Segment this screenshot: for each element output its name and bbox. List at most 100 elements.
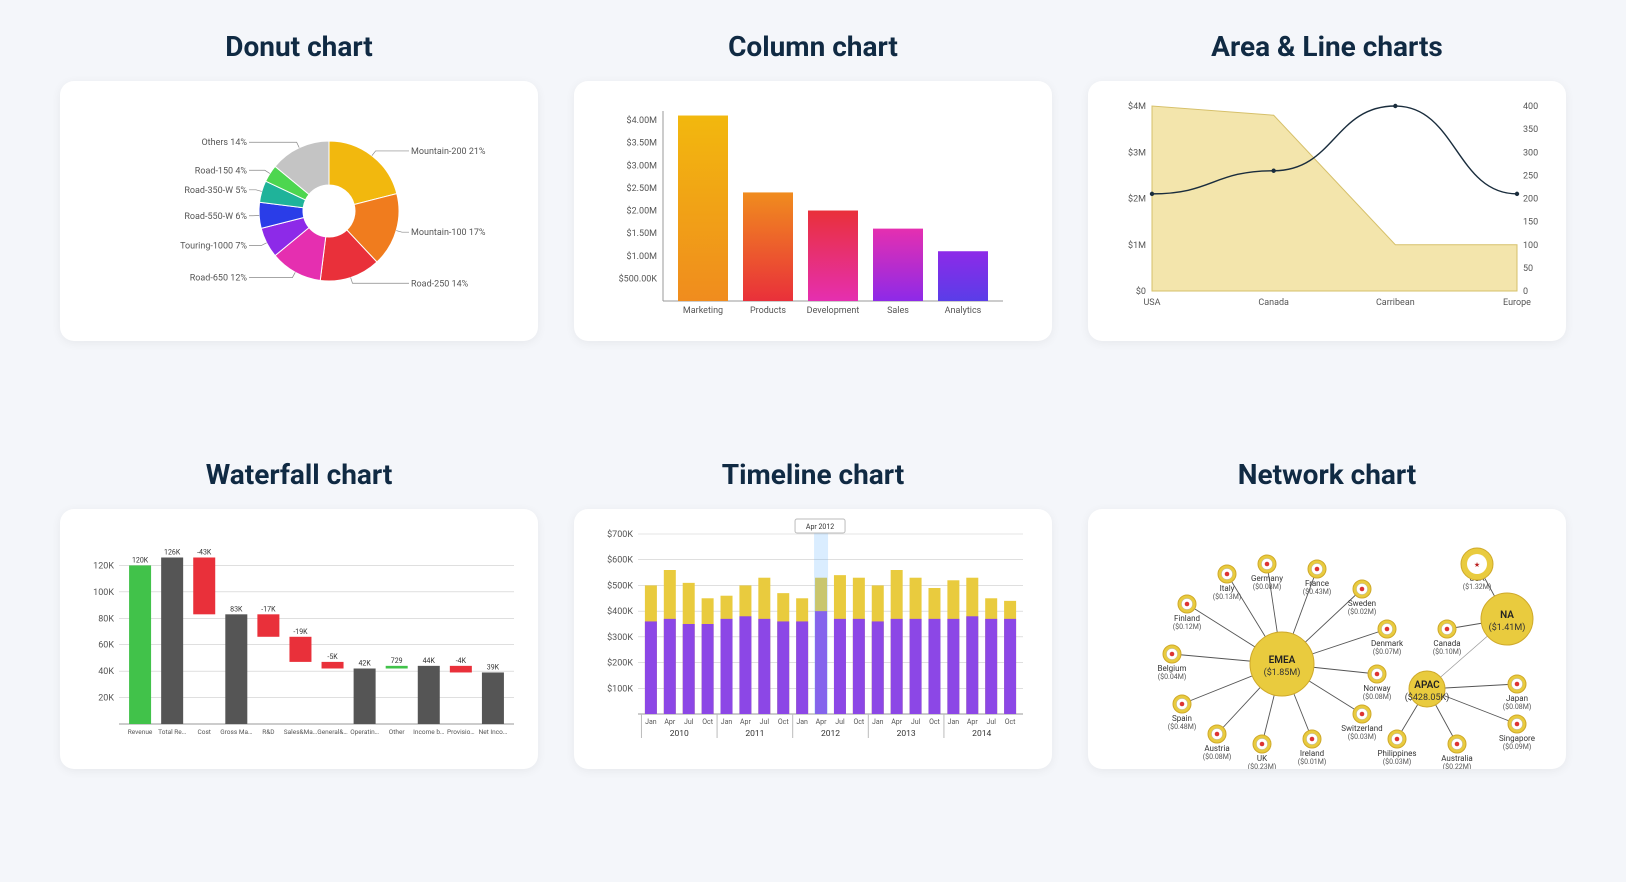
svg-text:($0.08M): ($0.08M) xyxy=(1503,703,1532,711)
svg-text:400: 400 xyxy=(1523,102,1538,112)
svg-text:40K: 40K xyxy=(98,667,114,677)
svg-text:2014: 2014 xyxy=(972,729,991,739)
svg-text:($0.13M): ($0.13M) xyxy=(1213,593,1242,601)
svg-text:R&D: R&D xyxy=(262,728,274,736)
svg-text:Europe: Europe xyxy=(1503,298,1531,308)
column-svg: $500.00K$1.00M$1.50M$2.00M$2.50M$3.00M$3… xyxy=(574,81,1052,341)
svg-text:Austria: Austria xyxy=(1204,744,1229,753)
svg-text:Italy: Italy xyxy=(1220,584,1235,593)
svg-text:Apr: Apr xyxy=(967,718,978,726)
svg-text:($0.03M): ($0.03M) xyxy=(1383,758,1412,766)
svg-text:120K: 120K xyxy=(93,561,114,571)
svg-text:Touring-1000 7%: Touring-1000 7% xyxy=(180,242,247,252)
svg-text:Road-650 12%: Road-650 12% xyxy=(190,274,248,284)
svg-text:39K: 39K xyxy=(487,663,500,671)
svg-text:250: 250 xyxy=(1523,171,1538,181)
column-cell: Column chart $500.00K$1.00M$1.50M$2.00M$… xyxy=(574,20,1052,424)
svg-text:Analytics: Analytics xyxy=(945,306,982,316)
svg-text:Sales: Sales xyxy=(887,306,909,316)
svg-text:Jan: Jan xyxy=(645,718,657,726)
svg-text:83K: 83K xyxy=(230,605,243,613)
svg-text:$3M: $3M xyxy=(1128,147,1146,158)
svg-text:Jul: Jul xyxy=(911,718,921,726)
svg-text:$200K: $200K xyxy=(607,658,633,669)
svg-text:$500K: $500K xyxy=(607,580,633,591)
svg-text:Spain: Spain xyxy=(1172,714,1192,723)
svg-text:Finland: Finland xyxy=(1174,614,1200,623)
timeline-title: Timeline chart xyxy=(722,458,904,491)
svg-text:350: 350 xyxy=(1523,125,1538,135)
column-title: Column chart xyxy=(728,30,898,63)
svg-text:126K: 126K xyxy=(164,549,181,557)
svg-text:Ireland: Ireland xyxy=(1300,749,1324,758)
svg-text:($0.02M): ($0.02M) xyxy=(1348,608,1377,616)
svg-text:0: 0 xyxy=(1523,287,1528,297)
svg-text:$4.00M: $4.00M xyxy=(627,115,658,126)
svg-text:2013: 2013 xyxy=(897,729,916,739)
svg-text:($0.03M): ($0.03M) xyxy=(1348,733,1377,741)
svg-text:Jan: Jan xyxy=(872,718,884,726)
svg-text:$3.50M: $3.50M xyxy=(627,138,658,149)
svg-text:$500.00K: $500.00K xyxy=(619,273,658,284)
column-card: $500.00K$1.00M$1.50M$2.00M$2.50M$3.00M$3… xyxy=(574,81,1052,341)
svg-text:80K: 80K xyxy=(98,614,114,624)
svg-text:Road-350-W 5%: Road-350-W 5% xyxy=(184,186,247,196)
svg-text:Net Inco…: Net Inco… xyxy=(479,728,508,736)
svg-text:$400K: $400K xyxy=(607,606,633,617)
svg-text:UK: UK xyxy=(1257,754,1268,763)
svg-text:Oct: Oct xyxy=(702,718,713,726)
svg-text:($0.10M): ($0.10M) xyxy=(1433,648,1462,656)
network-card: EMEA($1.85M)NA($1.41M)APAC($428.05K)Germ… xyxy=(1088,509,1566,769)
svg-text:-17K: -17K xyxy=(261,605,276,613)
svg-text:Oct: Oct xyxy=(853,718,864,726)
svg-text:Apr 2012: Apr 2012 xyxy=(806,523,834,531)
svg-text:2012: 2012 xyxy=(821,729,840,739)
svg-text:Jul: Jul xyxy=(835,718,845,726)
svg-text:($0.08M): ($0.08M) xyxy=(1203,753,1232,761)
svg-text:($1.41M): ($1.41M) xyxy=(1489,622,1526,633)
svg-text:Operatin…: Operatin… xyxy=(350,728,379,736)
svg-text:Canada: Canada xyxy=(1433,639,1460,648)
arealine-svg: $0$1M$2M$3M$4M050100150200250300350400US… xyxy=(1088,81,1566,341)
svg-text:France: France xyxy=(1305,579,1329,588)
svg-text:($0.48M): ($0.48M) xyxy=(1168,723,1197,731)
donut-card: Mountain-200 21%Mountain-100 17%Road-250… xyxy=(60,81,538,341)
svg-text:$2M: $2M xyxy=(1128,194,1146,205)
svg-text:$4M: $4M xyxy=(1128,101,1146,112)
svg-text:Oct: Oct xyxy=(1005,718,1016,726)
svg-text:Jan: Jan xyxy=(796,718,808,726)
svg-text:($0.01M): ($0.01M) xyxy=(1298,758,1327,766)
timeline-cell: Timeline chart $100K$200K$300K$400K$500K… xyxy=(574,448,1052,852)
timeline-svg: $100K$200K$300K$400K$500K$600K$700KApr 2… xyxy=(574,509,1052,769)
svg-text:Philippines: Philippines xyxy=(1377,749,1416,758)
waterfall-card: 20K40K60K80K100K120K120KRevenue126KTotal… xyxy=(60,509,538,769)
svg-text:-4K: -4K xyxy=(456,657,467,665)
svg-text:Canada: Canada xyxy=(1258,298,1289,308)
svg-text:($428.05K): ($428.05K) xyxy=(1405,692,1450,703)
svg-text:Carribean: Carribean xyxy=(1376,298,1415,308)
svg-text:($0.08M): ($0.08M) xyxy=(1253,583,1282,591)
svg-text:2010: 2010 xyxy=(670,729,689,739)
svg-text:($0.22M): ($0.22M) xyxy=(1443,763,1472,769)
network-cell: Network chart EMEA($1.85M)NA($1.41M)APAC… xyxy=(1088,448,1566,852)
svg-text:100: 100 xyxy=(1523,241,1538,251)
svg-text:$1.50M: $1.50M xyxy=(627,228,658,239)
svg-text:300: 300 xyxy=(1523,148,1538,158)
svg-text:$300K: $300K xyxy=(607,632,633,643)
svg-text:Income b…: Income b… xyxy=(413,728,444,736)
arealine-cell: Area & Line charts $0$1M$2M$3M$4M0501001… xyxy=(1088,20,1566,424)
svg-text:Belgium: Belgium xyxy=(1157,664,1186,673)
svg-text:Japan: Japan xyxy=(1506,694,1528,703)
svg-text:Mountain-100 17%: Mountain-100 17% xyxy=(411,228,486,238)
chart-gallery: Donut chart Mountain-200 21%Mountain-100… xyxy=(0,0,1626,882)
svg-text:Denmark: Denmark xyxy=(1371,639,1404,648)
svg-text:APAC: APAC xyxy=(1414,680,1440,691)
svg-text:-5K: -5K xyxy=(327,653,338,661)
svg-text:Products: Products xyxy=(750,306,786,316)
svg-text:Apr: Apr xyxy=(891,718,902,726)
svg-text:200: 200 xyxy=(1523,195,1538,205)
svg-text:Apr: Apr xyxy=(816,718,827,726)
donut-cell: Donut chart Mountain-200 21%Mountain-100… xyxy=(60,20,538,424)
svg-text:($0.43M): ($0.43M) xyxy=(1303,588,1332,596)
svg-text:$1M: $1M xyxy=(1128,240,1146,251)
